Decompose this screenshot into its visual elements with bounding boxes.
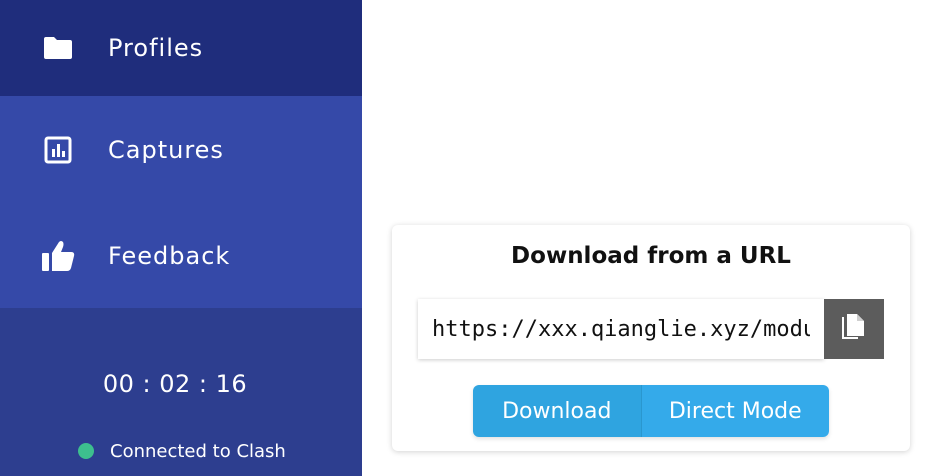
sidebar-item-feedback[interactable]: Feedback bbox=[0, 204, 362, 308]
folder-icon bbox=[40, 30, 76, 66]
sidebar-item-label: Profiles bbox=[108, 34, 204, 62]
connection-status: Connected to Clash bbox=[78, 438, 286, 464]
sidebar: Profiles Captures Feedback 00 : 02 : 16 … bbox=[0, 0, 362, 476]
download-button[interactable]: Download bbox=[473, 385, 642, 437]
sidebar-item-captures[interactable]: Captures bbox=[0, 96, 362, 204]
download-button-group: Download Direct Mode bbox=[473, 385, 829, 437]
sidebar-item-profiles[interactable]: Profiles bbox=[0, 0, 362, 96]
card-title: Download from a URL bbox=[511, 243, 791, 269]
sidebar-item-label: Captures bbox=[108, 136, 224, 164]
download-card: Download from a URL Download Direct Mode bbox=[392, 225, 910, 451]
copy-icon bbox=[841, 312, 867, 346]
url-input[interactable] bbox=[418, 299, 824, 359]
sidebar-item-label: Feedback bbox=[108, 242, 231, 270]
direct-mode-button[interactable]: Direct Mode bbox=[641, 385, 829, 437]
chart-icon bbox=[40, 132, 76, 168]
copy-button[interactable] bbox=[824, 299, 884, 359]
status-text: Connected to Clash bbox=[110, 440, 286, 462]
connection-timer: 00 : 02 : 16 bbox=[102, 370, 248, 398]
status-dot-icon bbox=[78, 443, 94, 459]
thumbs-up-icon bbox=[40, 238, 76, 274]
